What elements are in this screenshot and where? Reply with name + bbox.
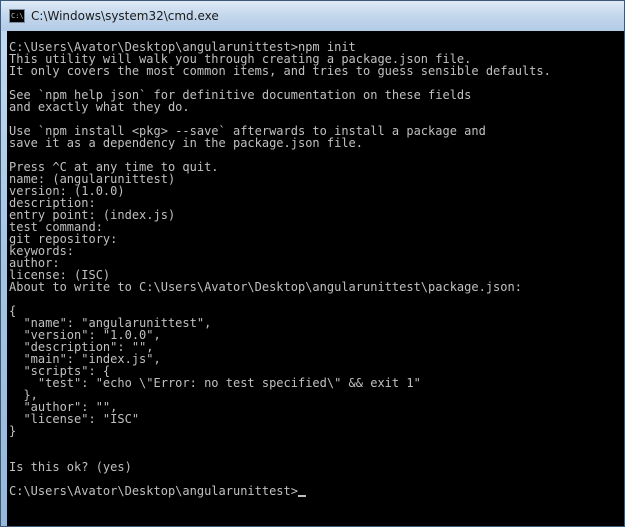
console-line: and exactly what they do. [9, 100, 190, 114]
console-line: Is this ok? (yes) [9, 460, 132, 474]
console-line: C:\Users\Avator\Desktop\angularunittest> [9, 485, 624, 497]
text-cursor [297, 495, 306, 497]
cmd-icon: C:\. [9, 9, 25, 23]
console-line: "test": "echo \"Error: no test specified… [9, 376, 421, 390]
console-line: version: (1.0.0) [9, 184, 125, 198]
console-area[interactable]: C:\Users\Avator\Desktop\angularunittest>… [7, 31, 624, 526]
console-line: About to write to C:\Users\Avator\Deskto… [9, 280, 522, 294]
console-line: } [9, 424, 17, 438]
console-line: It only covers the most common items, an… [9, 64, 551, 78]
console-line: "license": "ISC" [9, 412, 140, 426]
console-output: C:\Users\Avator\Desktop\angularunittest>… [7, 31, 624, 497]
console-line: git repository: [9, 232, 118, 246]
title-bar[interactable]: C:\. C:\Windows\system32\cmd.exe [1, 1, 624, 31]
console-line: keywords: [9, 244, 75, 258]
cmd-window: C:\. C:\Windows\system32\cmd.exe C:\User… [0, 0, 625, 527]
window-title: C:\Windows\system32\cmd.exe [31, 9, 219, 23]
console-line: save it as a dependency in the package.j… [9, 136, 364, 150]
